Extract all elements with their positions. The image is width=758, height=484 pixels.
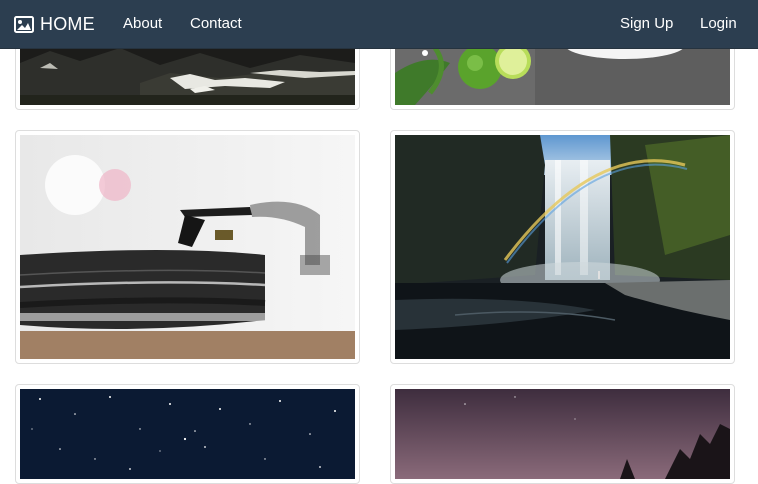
nav-login[interactable]: Login: [700, 15, 737, 33]
nav-signup[interactable]: Sign Up: [620, 15, 673, 33]
image-icon: [14, 15, 34, 33]
nav-about[interactable]: About: [123, 15, 162, 33]
waterfall-photo: [395, 135, 730, 359]
navbar: HOME About Contact Sign Up Login: [0, 0, 758, 49]
thumbnail-starry-sky[interactable]: [15, 384, 360, 484]
thumbnail-turntable[interactable]: [15, 130, 360, 364]
thumbnail-dusk-sky[interactable]: [390, 384, 735, 484]
brand-label: HOME: [40, 14, 95, 34]
mountain-photo: [20, 43, 355, 105]
lime-photo: [395, 43, 730, 105]
nav-contact[interactable]: Contact: [190, 15, 242, 33]
thumbnail-waterfall[interactable]: [390, 130, 735, 364]
starry-sky-photo: [20, 389, 355, 479]
turntable-photo: [20, 135, 355, 359]
home-link[interactable]: HOME: [14, 13, 95, 35]
dusk-sky-photo: [395, 389, 730, 479]
